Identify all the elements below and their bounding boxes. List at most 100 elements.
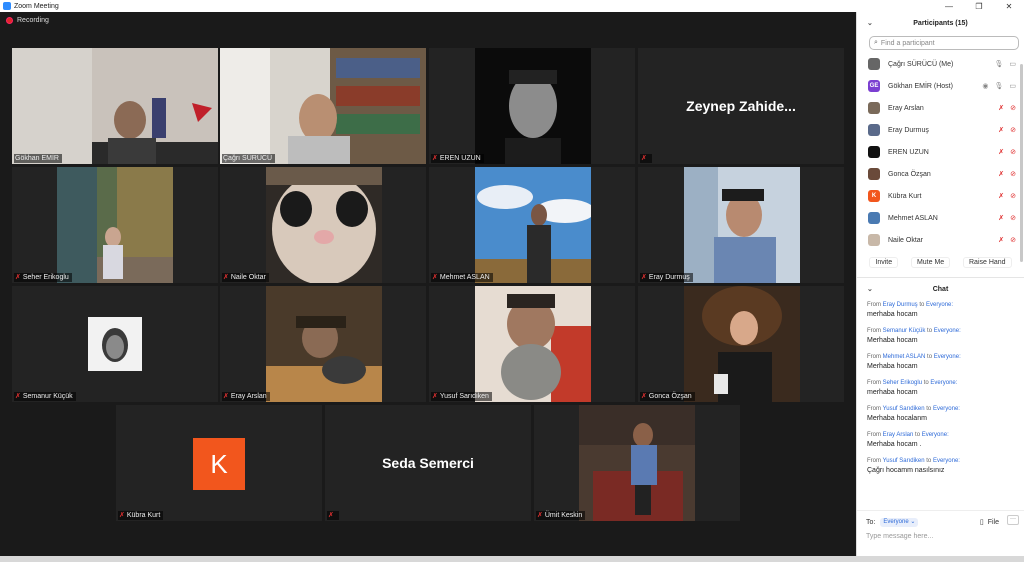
recording-indicator[interactable]: Recording xyxy=(6,17,49,24)
message-text: merhaba hocam xyxy=(867,389,918,396)
video-off-icon: ⊘ xyxy=(1010,193,1016,200)
minimize-button[interactable]: — xyxy=(934,0,964,12)
video-feed-image xyxy=(220,48,426,164)
message-sender[interactable]: Yusuf Sarıdiken xyxy=(883,406,925,412)
video-feed-image xyxy=(684,167,800,283)
video-tile[interactable]: ✗ Ümit Keskin xyxy=(534,405,740,521)
invite-button[interactable]: Invite xyxy=(869,257,899,268)
participant-row[interactable]: Gonca Özşan ✗ ⊘ xyxy=(857,163,1024,185)
video-feed-image xyxy=(266,286,382,402)
message-recipient: Everyone: xyxy=(933,354,961,360)
participant-avatar xyxy=(868,212,880,224)
collapse-chevron-icon[interactable]: ⌄ xyxy=(867,19,873,27)
chat-input[interactable]: Type message here... xyxy=(857,527,1024,540)
video-on-icon: ▭ xyxy=(1009,83,1016,90)
message-text: Merhaba hocalanm xyxy=(867,415,927,422)
video-tile[interactable]: ✗ Semanur Küçük xyxy=(12,286,218,402)
mic-on-icon: 🎙 xyxy=(994,83,1004,90)
muted-mic-icon: ✗ xyxy=(223,274,229,281)
mic-muted-icon: ✗ xyxy=(998,171,1005,178)
video-feed-image xyxy=(475,286,591,402)
window-title: Zoom Meeting xyxy=(14,2,59,10)
participant-name-label: ✗ xyxy=(640,154,652,163)
participant-row[interactable]: Eray Durmuş ✗ ⊘ xyxy=(857,119,1024,141)
video-tile[interactable]: ✗ Eray Durmuş xyxy=(638,167,844,283)
video-tile[interactable]: Gökhan EMİR xyxy=(12,48,218,164)
gallery-view: Recording Gökhan EMİR Çağrı SÜRÜCÜ ✗ ERE… xyxy=(0,12,856,556)
participant-name-label: Çağrı SÜRÜCÜ xyxy=(222,154,276,163)
participant-search[interactable]: ⌕ Find a participant xyxy=(869,36,1019,50)
video-off-icon: ⊘ xyxy=(1010,149,1016,156)
video-feed-image xyxy=(12,48,218,164)
video-tile[interactable]: ✗ Seher Erikoglu xyxy=(12,167,218,283)
message-text: Merhaba hocam . xyxy=(867,441,922,448)
participant-list: Çağrı SÜRÜCÜ (Me) 🎙 ▭ GE Gökhan EMİR (Hos… xyxy=(857,53,1024,251)
participant-name-label: ✗ Semanur Küçük xyxy=(14,392,76,401)
muted-mic-icon: ✗ xyxy=(641,274,647,281)
participant-row[interactable]: Eray Arslan ✗ ⊘ xyxy=(857,97,1024,119)
close-button[interactable]: ✕ xyxy=(994,0,1024,12)
muted-mic-icon: ✗ xyxy=(537,512,543,519)
participant-avatar: K xyxy=(193,438,245,490)
video-tile[interactable]: ✗ Yusuf Sarıdiken xyxy=(429,286,635,402)
participant-row[interactable]: Mehmet ASLAN ✗ ⊘ xyxy=(857,207,1024,229)
collapse-chevron-icon[interactable]: ⌄ xyxy=(867,285,873,293)
participant-row[interactable]: Naile Oktar ✗ ⊘ xyxy=(857,229,1024,251)
participant-avatar xyxy=(868,124,880,136)
video-feed-image xyxy=(57,167,173,283)
chat-message: From Eray Arslan to Everyone: Merhaba ho… xyxy=(867,430,1024,450)
chat-message: From Yusuf Sarıdiken to Everyone: Merhab… xyxy=(867,404,1024,424)
recording-dot-icon xyxy=(6,17,13,24)
video-off-icon: ⊘ xyxy=(1010,105,1016,112)
search-input[interactable]: Find a participant xyxy=(881,40,935,47)
video-tile-active-speaker[interactable]: Çağrı SÜRÜCÜ xyxy=(220,48,426,164)
video-tile[interactable]: ✗ Naile Oktar xyxy=(220,167,426,283)
video-tile[interactable]: Seda Semerci ✗ xyxy=(325,405,531,521)
recipient-row: To: Everyone ⌄ ▯ File ··· xyxy=(857,511,1024,527)
participant-name-label: ✗ Mehmet ASLAN xyxy=(431,273,493,282)
message-sender[interactable]: Seher Erikoglu xyxy=(883,380,922,386)
video-off-icon: ⊘ xyxy=(1010,215,1016,222)
message-sender[interactable]: Yusuf Sarıdiken xyxy=(883,458,925,464)
participant-row[interactable]: EREN UZUN ✗ ⊘ xyxy=(857,141,1024,163)
message-sender[interactable]: Eray Durmuş xyxy=(883,302,918,308)
video-tile[interactable]: K ✗ Kübra Kurt xyxy=(116,405,322,521)
message-sender[interactable]: Mehmet ASLAN xyxy=(883,354,926,360)
file-button[interactable]: ▯ File xyxy=(979,518,999,527)
participant-avatar xyxy=(868,146,880,158)
file-icon: ▯ xyxy=(979,519,984,526)
participants-title: Participants (15) xyxy=(913,19,968,27)
video-tile[interactable]: ✗ Gonca Özşan xyxy=(638,286,844,402)
chat-message: From Seher Erikoglu to Everyone: merhaba… xyxy=(867,378,1024,398)
muted-mic-icon: ✗ xyxy=(15,274,21,281)
mute-me-button[interactable]: Mute Me xyxy=(910,257,951,268)
participant-name-label: ✗ xyxy=(327,511,339,520)
video-tile[interactable]: Zeynep Zahide... ✗ xyxy=(638,48,844,164)
participants-header: ⌄ Participants (15) xyxy=(857,12,1024,34)
chat-messages: From Eray Durmuş to Everyone: merhaba ho… xyxy=(857,300,1024,476)
message-recipient: Everyone: xyxy=(932,458,960,464)
message-text: Merhaba hocam xyxy=(867,337,918,344)
maximize-button[interactable]: ❐ xyxy=(964,0,994,12)
record-icon: ◉ xyxy=(982,83,989,90)
recipient-select[interactable]: Everyone ⌄ xyxy=(880,517,919,527)
message-sender[interactable]: Eray Arslan xyxy=(883,432,914,438)
more-options-button[interactable]: ··· xyxy=(1007,515,1019,525)
participant-row[interactable]: K Kübra Kurt ✗ ⊘ xyxy=(857,185,1024,207)
participant-row[interactable]: GE Gökhan EMİR (Host) ◉ 🎙 ▭ xyxy=(857,75,1024,97)
video-tile[interactable]: ✗ Eray Arslan xyxy=(220,286,426,402)
recording-label: Recording xyxy=(17,17,49,24)
mic-on-icon[interactable]: 🎙 xyxy=(994,60,1003,68)
video-off-icon: ⊘ xyxy=(1010,127,1016,134)
video-on-icon[interactable]: ▭ xyxy=(1009,60,1016,68)
chat-message: From Eray Durmuş to Everyone: merhaba ho… xyxy=(867,300,1024,320)
muted-mic-icon: ✗ xyxy=(641,155,647,162)
raise-hand-button[interactable]: Raise Hand xyxy=(963,257,1012,268)
window-controls: — ❐ ✕ xyxy=(934,0,1024,12)
video-tile[interactable]: ✗ Mehmet ASLAN xyxy=(429,167,635,283)
participant-row[interactable]: Çağrı SÜRÜCÜ (Me) 🎙 ▭ xyxy=(857,53,1024,75)
chevron-down-icon: ⌄ xyxy=(910,518,916,525)
message-sender[interactable]: Semanur Küçük xyxy=(883,328,926,334)
video-tile[interactable]: ✗ EREN UZUN xyxy=(429,48,635,164)
title-bar: Zoom Meeting — ❐ ✕ xyxy=(0,0,1024,12)
